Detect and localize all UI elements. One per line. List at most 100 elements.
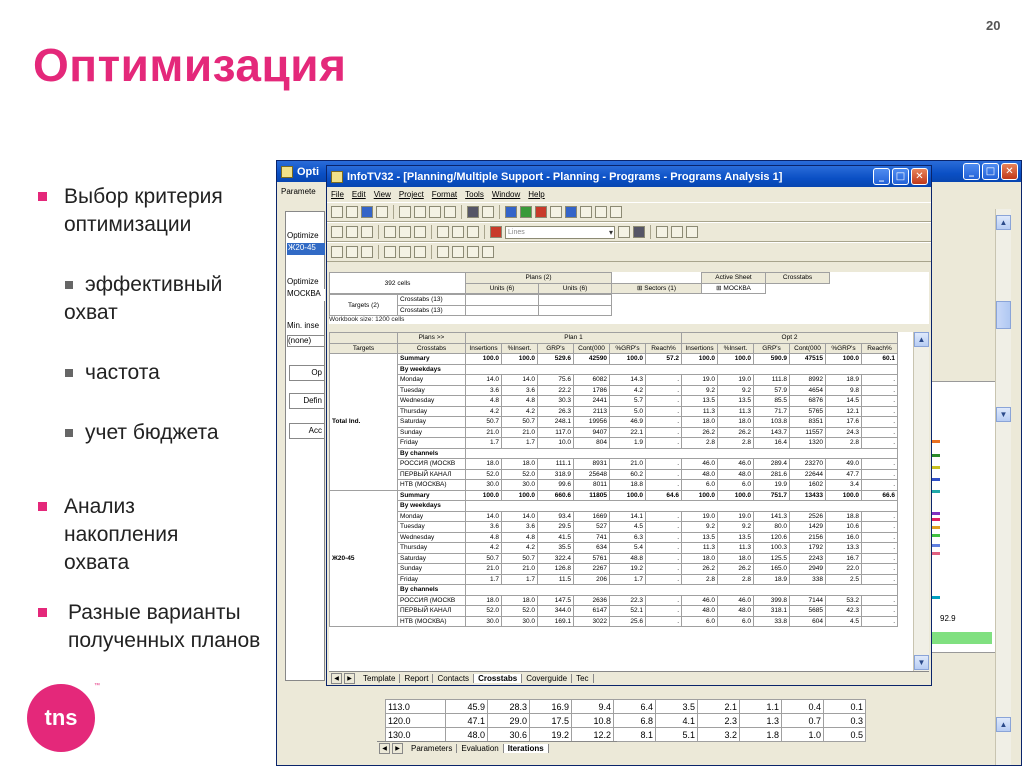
- print-preview-icon[interactable]: [376, 206, 388, 218]
- sheet-icon[interactable]: [331, 226, 343, 238]
- data-cell: 23270: [789, 458, 826, 470]
- report-icon[interactable]: [565, 206, 577, 218]
- scroll-up-icon[interactable]: ▲: [914, 332, 929, 347]
- cell-icon[interactable]: [414, 246, 426, 258]
- sheet-add-icon[interactable]: [346, 226, 358, 238]
- scroll-thumb[interactable]: [996, 301, 1011, 329]
- tab-iterations[interactable]: Iterations: [503, 744, 549, 753]
- data-cell: 8351: [789, 416, 826, 428]
- min-insertions-select[interactable]: (none): [287, 335, 325, 347]
- tab-prev-icon[interactable]: ◀: [379, 743, 390, 754]
- scroll-up-icon[interactable]: ▲: [996, 215, 1011, 230]
- optimize-button[interactable]: Op: [289, 365, 325, 381]
- data-cell: 113.0: [385, 699, 446, 714]
- insert-column-icon[interactable]: [482, 246, 494, 258]
- grid-scrollbar[interactable]: ▲ ▼: [913, 332, 929, 671]
- menu-format[interactable]: Format: [432, 190, 457, 199]
- tab-next-icon[interactable]: ▶: [344, 673, 355, 684]
- align-left-icon[interactable]: [331, 246, 343, 258]
- tab-tec[interactable]: Tec: [572, 674, 594, 683]
- scroll-up-icon[interactable]: ▲: [996, 717, 1011, 732]
- optimize-region-select[interactable]: МОСКВА: [287, 289, 325, 301]
- table-icon[interactable]: [610, 206, 622, 218]
- font-icon[interactable]: [618, 226, 630, 238]
- scroll-down-icon[interactable]: ▼: [996, 407, 1011, 422]
- back-window-scrollbar[interactable]: ▲ ▼ ▲ ▼: [995, 209, 1011, 765]
- paste-icon[interactable]: [429, 206, 441, 218]
- data-cell: 130.0: [385, 727, 446, 742]
- tab-report[interactable]: Report: [400, 674, 434, 683]
- tab-crosstabs[interactable]: Crosstabs: [474, 674, 523, 683]
- cut-icon[interactable]: [399, 206, 411, 218]
- data-cell: .: [645, 542, 682, 554]
- data-cell: 14.1: [609, 510, 646, 522]
- tab-prev-icon[interactable]: ◀: [331, 673, 342, 684]
- open-icon[interactable]: [346, 206, 358, 218]
- menu-project[interactable]: Project: [399, 190, 424, 199]
- new-icon[interactable]: [331, 206, 343, 218]
- sort-asc-icon[interactable]: [452, 226, 464, 238]
- optimize-target-select[interactable]: Ж20-45: [287, 243, 325, 255]
- tab-contacts[interactable]: Contacts: [433, 674, 475, 683]
- layout-icon[interactable]: [686, 226, 698, 238]
- minimize-icon[interactable]: _: [873, 168, 890, 185]
- link-icon[interactable]: [384, 226, 396, 238]
- close-icon[interactable]: ✕: [911, 168, 928, 185]
- edit-icon[interactable]: [414, 226, 426, 238]
- copy-icon[interactable]: [414, 206, 426, 218]
- format-icon[interactable]: [633, 226, 645, 238]
- accept-button[interactable]: Acc: [289, 423, 325, 439]
- data-cell: 100.0: [465, 489, 502, 501]
- scroll-down-icon[interactable]: ▼: [914, 655, 929, 670]
- maximize-icon[interactable]: □: [982, 163, 999, 180]
- column-icon[interactable]: [399, 246, 411, 258]
- book-icon[interactable]: [482, 206, 494, 218]
- chart-icon[interactable]: [505, 206, 517, 218]
- print-icon[interactable]: [467, 206, 479, 218]
- insert-row-icon[interactable]: [467, 246, 479, 258]
- clock-icon[interactable]: [580, 206, 592, 218]
- sort-desc-icon[interactable]: [467, 226, 479, 238]
- row-icon[interactable]: [384, 246, 396, 258]
- tools-icon[interactable]: [671, 226, 683, 238]
- pie-chart-icon[interactable]: [520, 206, 532, 218]
- define-button[interactable]: Defin: [289, 393, 325, 409]
- menu-help[interactable]: Help: [528, 190, 544, 199]
- row-label: Summary: [397, 353, 466, 365]
- data-cell: 57.9: [753, 384, 790, 396]
- data-cell: .: [861, 437, 898, 449]
- tab-next-icon[interactable]: ▶: [392, 743, 403, 754]
- bar-chart-icon[interactable]: [490, 226, 502, 238]
- tab-evaluation[interactable]: Evaluation: [457, 744, 504, 753]
- close-icon[interactable]: ✕: [1001, 163, 1018, 180]
- menu-window[interactable]: Window: [492, 190, 520, 199]
- tab-parameters[interactable]: Parameters: [407, 744, 458, 753]
- filter-icon[interactable]: [361, 226, 373, 238]
- check-icon[interactable]: [656, 226, 668, 238]
- align-center-icon[interactable]: [346, 246, 358, 258]
- split-icon[interactable]: [452, 246, 464, 258]
- menu-tools[interactable]: Tools: [465, 190, 484, 199]
- tab-template[interactable]: Template: [359, 674, 401, 683]
- settings-icon[interactable]: [595, 206, 607, 218]
- grid-icon[interactable]: [550, 206, 562, 218]
- minimize-icon[interactable]: _: [963, 163, 980, 180]
- menu-edit[interactable]: Edit: [352, 190, 366, 199]
- save-icon[interactable]: [361, 206, 373, 218]
- chart-value-label: 92.9: [940, 614, 956, 623]
- delete-icon[interactable]: [444, 206, 456, 218]
- infotv-window-titlebar[interactable]: InfoTV32 - [Planning/Multiple Support - …: [327, 166, 931, 187]
- zoom-icon[interactable]: [361, 246, 373, 258]
- chart-type-combo[interactable]: Lines: [505, 225, 615, 239]
- bar-chart-icon[interactable]: [535, 206, 547, 218]
- menu-view[interactable]: View: [374, 190, 391, 199]
- merge-icon[interactable]: [437, 246, 449, 258]
- tab-coverguide[interactable]: Coverguide: [522, 674, 573, 683]
- maximize-icon[interactable]: □: [892, 168, 909, 185]
- data-cell: .: [861, 521, 898, 533]
- export-icon[interactable]: [399, 226, 411, 238]
- sum-icon[interactable]: [437, 226, 449, 238]
- menu-file[interactable]: File: [331, 190, 344, 199]
- plans-nav-label: Plans >>: [397, 332, 466, 344]
- data-cell: 47515: [789, 353, 826, 365]
